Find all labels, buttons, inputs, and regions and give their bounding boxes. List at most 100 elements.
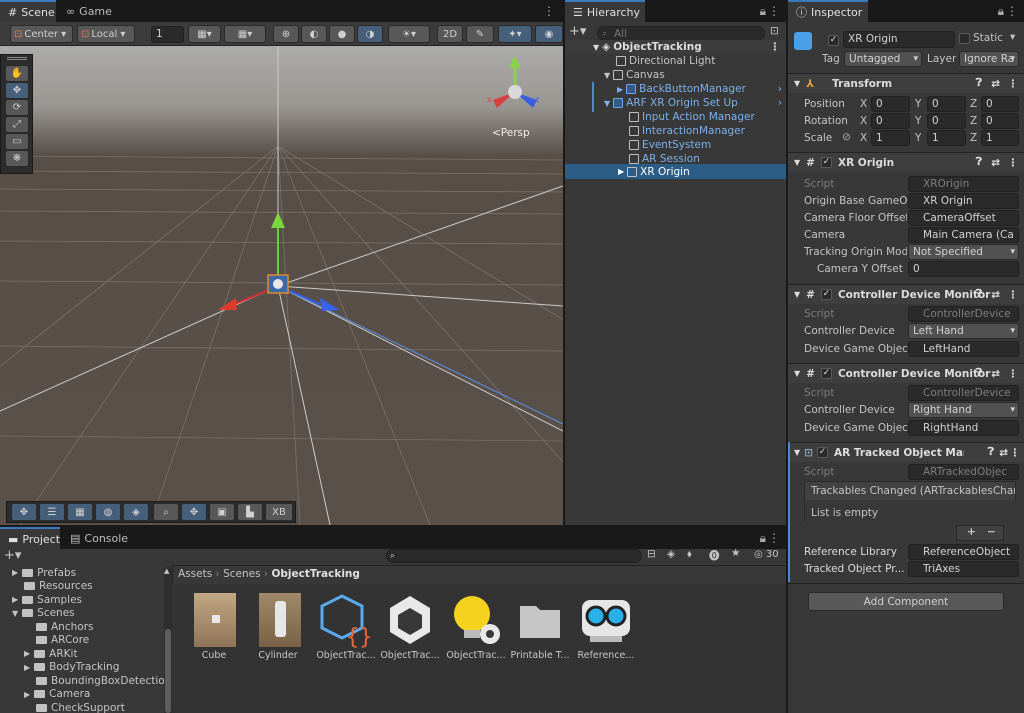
ar-tracked-enabled-checkbox[interactable]: ✓ [816, 447, 828, 458]
controller-left-device-dropdown[interactable]: Left Hand [908, 323, 1019, 339]
tree-scrollbar[interactable]: ▲ [164, 567, 172, 713]
effects-button[interactable]: ☀▾ [388, 25, 430, 43]
add-object-button[interactable]: +▾ [569, 24, 586, 39]
camera-y-field[interactable]: 0 [908, 261, 1019, 277]
xr-origin-enabled-checkbox[interactable]: ✓ [820, 157, 832, 168]
origin-base-field[interactable]: XR Origin [908, 193, 1019, 209]
tree-item-checksupport[interactable]: CheckSupport [0, 701, 125, 713]
grid-visibility-button[interactable]: ▦▾ [224, 25, 266, 43]
help-icon[interactable]: ❓︎ [976, 288, 982, 301]
controller-left-go-field[interactable]: LeftHand [908, 341, 1019, 357]
controller-left-header[interactable]: ▼ # ✓ Controller Device Monitor ❓︎ ⇄ ⋮ [788, 284, 1024, 304]
rotation-z-field[interactable]: 0 [981, 113, 1019, 129]
overlay-grid-icon[interactable]: ▦ [67, 503, 93, 521]
add-component-button[interactable]: Add Component [808, 592, 1004, 611]
position-z-field[interactable]: 0 [981, 96, 1019, 112]
scale-z-field[interactable]: 1 [981, 130, 1019, 146]
help-icon[interactable]: ❓︎ [976, 77, 982, 90]
hand-tool-icon[interactable]: ✋ [5, 65, 29, 82]
tree-item-boundingboxdetection[interactable]: BoundingBoxDetection [0, 674, 171, 688]
add-listener-button[interactable]: + [967, 526, 976, 538]
scene-viewport[interactable]: y x z <Persp ✋ ✥ ⟳ ⤢ ▭ ❋ ✥ ☰ ▦ ◍ ◈ ⌕ ✥ ▣… [0, 46, 563, 525]
audio-button[interactable]: ✎ [466, 25, 494, 43]
remove-listener-button[interactable]: − [987, 526, 996, 538]
tab-scene[interactable]: # Scene [0, 0, 56, 22]
tree-item-prefabs[interactable]: ▶ Prefabs [0, 566, 76, 580]
hierarchy-item-backbuttonmanager[interactable]: ▶ BackButtonManager › [565, 82, 786, 96]
grid-snap-button[interactable]: ▦▾ [188, 25, 221, 43]
hidden-packages-indicator[interactable]: ◎ 30 [754, 549, 779, 560]
hierarchy-filter-icon[interactable]: ⊡ [770, 25, 779, 37]
render-mode-button[interactable]: ◑ [357, 25, 383, 43]
component-menu-icon[interactable]: ⋮ [1008, 368, 1019, 380]
hierarchy-item-input-action-manager[interactable]: Input Action Manager [565, 110, 786, 124]
help-icon[interactable]: ❓︎ [976, 367, 982, 380]
move-tool-icon[interactable]: ✥ [5, 82, 29, 99]
tree-item-resources[interactable]: Resources [0, 580, 93, 594]
inspector-lock-icon[interactable]: 🔒︎ [998, 4, 1004, 19]
tab-game[interactable]: ∞ Game [58, 0, 118, 22]
hierarchy-item-directional-light[interactable]: Directional Light [565, 54, 786, 68]
component-menu-icon[interactable]: ⋮ [1010, 447, 1021, 459]
tree-item-samples[interactable]: ▶ Samples [0, 593, 82, 607]
inspector-menu-icon[interactable]: ⋮ [1006, 4, 1018, 18]
overlay-search-icon[interactable]: ⌕ [153, 503, 179, 521]
hierarchy-item-canvas[interactable]: ▼ Canvas [565, 68, 786, 82]
orientation-gizmo-icon[interactable]: y x z [485, 52, 545, 116]
overlay-building-icon[interactable]: ▙ [237, 503, 263, 521]
position-x-field[interactable]: 0 [871, 96, 910, 112]
preset-icon[interactable]: ⇄ [999, 447, 1008, 459]
transform-header[interactable]: ▼ ⅄ Transform ❓︎ ⇄ ⋮ [788, 73, 1024, 93]
camera-floor-field[interactable]: CameraOffset [908, 210, 1019, 226]
hierarchy-item-eventsystem[interactable]: EventSystem [565, 138, 786, 152]
tag-dropdown[interactable]: Untagged [844, 51, 922, 67]
tree-item-bodytracking[interactable]: ▶ BodyTracking [0, 661, 119, 675]
persp-label[interactable]: <Persp [492, 127, 530, 139]
scene-menu-kebab-icon[interactable]: ⋮ [770, 41, 781, 53]
hierarchy-lock-icon[interactable]: 🔒︎ [760, 4, 766, 19]
search-by-type-icon[interactable]: ⊟ [647, 548, 656, 560]
tree-item-arkit[interactable]: ▶ ARKit [0, 647, 78, 661]
hierarchy-search-input[interactable]: ⌕ All [597, 26, 765, 41]
gizmo-button[interactable]: ✦▾ [498, 25, 532, 43]
rotation-x-field[interactable]: 0 [871, 113, 910, 129]
overlay-xb-button[interactable]: XB [265, 503, 293, 521]
rotate-tool-icon[interactable]: ⟳ [5, 99, 29, 116]
overlay-orbit-icon[interactable]: ◍ [95, 503, 121, 521]
project-create-button[interactable]: +▾ [4, 548, 21, 563]
tree-item-arcore[interactable]: ARCore [0, 634, 89, 648]
position-y-field[interactable]: 0 [927, 96, 966, 112]
2d-toggle-button[interactable]: 2D [437, 25, 463, 43]
draw-mode-button[interactable]: ⊕ [273, 25, 299, 43]
overlay-pan-icon[interactable]: ✥ [181, 503, 207, 521]
favorite-star-icon[interactable]: ★ [731, 547, 740, 559]
tree-item-anchors[interactable]: Anchors [0, 620, 93, 634]
controller-right-device-dropdown[interactable]: Right Hand [908, 402, 1019, 418]
hierarchy-menu-icon[interactable]: ⋮ [768, 4, 780, 18]
hierarchy-item-xr-origin[interactable]: ▶ XR Origin [565, 164, 786, 179]
active-checkbox[interactable]: ✓ [828, 33, 839, 46]
tag-icon[interactable]: ⬧ [687, 548, 692, 561]
tracking-mode-dropdown[interactable]: Not Specified [908, 244, 1019, 260]
controller-right-go-field[interactable]: RightHand [908, 420, 1019, 436]
scale-y-field[interactable]: 1 [927, 130, 966, 146]
preset-icon[interactable]: ⇄ [991, 78, 1000, 90]
tab-project[interactable]: ▬ Project [0, 527, 60, 549]
scale-link-icon[interactable]: ⊘ [842, 131, 851, 143]
layer-dropdown[interactable]: Ignore Ra [959, 51, 1019, 67]
tab-console[interactable]: ▤ Console [62, 527, 132, 549]
overlay-move-icon[interactable]: ✥ [11, 503, 37, 521]
chevron-right-icon[interactable]: › [778, 83, 782, 95]
xr-origin-header[interactable]: ▼ # ✓ XR Origin ❓︎ ⇄ ⋮ [788, 152, 1024, 172]
component-menu-icon[interactable]: ⋮ [1008, 157, 1019, 169]
component-menu-icon[interactable]: ⋮ [1008, 289, 1019, 301]
breadcrumb-scenes[interactable]: Scenes [223, 568, 260, 580]
shading-button[interactable]: ◐ [301, 25, 327, 43]
scale-tool-icon[interactable]: ⤢ [5, 116, 29, 133]
preset-icon[interactable]: ⇄ [991, 157, 1000, 169]
static-checkbox[interactable] [959, 33, 970, 47]
static-dropdown-icon[interactable]: ▾ [1010, 31, 1015, 43]
breadcrumb-assets[interactable]: Assets [178, 568, 212, 580]
lighting-button[interactable]: ● [329, 25, 355, 43]
overlay-device-icon[interactable]: ▣ [209, 503, 235, 521]
